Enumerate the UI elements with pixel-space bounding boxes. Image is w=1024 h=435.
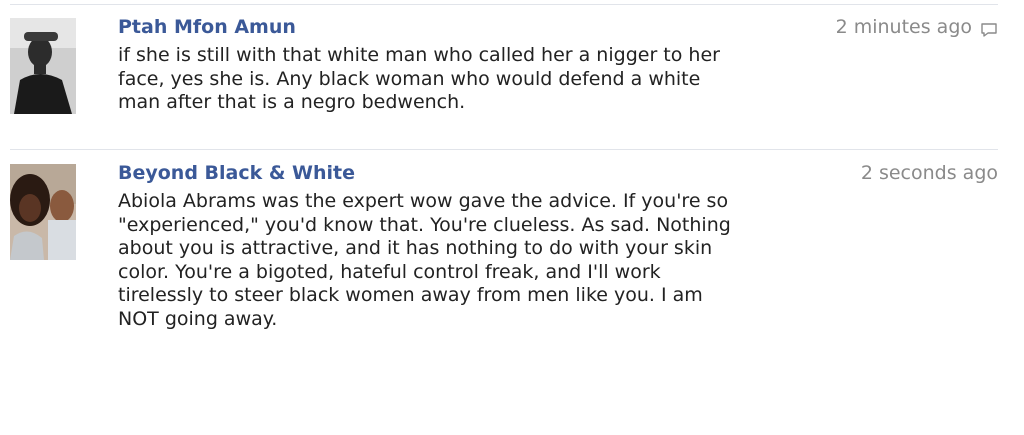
comment-meta: 2 minutes ago (836, 14, 998, 40)
avatar[interactable] (10, 164, 76, 260)
comment-body: Ptah Mfon Amun if she is still with that… (118, 14, 768, 115)
timestamp[interactable]: 2 minutes ago (836, 14, 972, 40)
avatar[interactable] (10, 18, 76, 114)
avatar-icon (10, 18, 76, 114)
comment-body: Beyond Black & White Abiola Abrams was t… (118, 160, 768, 331)
comment-item: Beyond Black & White Abiola Abrams was t… (10, 149, 998, 330)
comment-text: Abiola Abrams was the expert wow gave th… (118, 190, 731, 330)
author-name[interactable]: Beyond Black & White (118, 160, 768, 186)
top-divider (10, 4, 998, 5)
comment-text: if she is still with that white man who … (118, 44, 720, 113)
comment-meta: 2 seconds ago (861, 160, 998, 186)
timestamp[interactable]: 2 seconds ago (861, 160, 998, 186)
author-name[interactable]: Ptah Mfon Amun (118, 14, 768, 40)
avatar-icon (10, 164, 76, 260)
reply-bubble-icon[interactable] (980, 19, 998, 37)
